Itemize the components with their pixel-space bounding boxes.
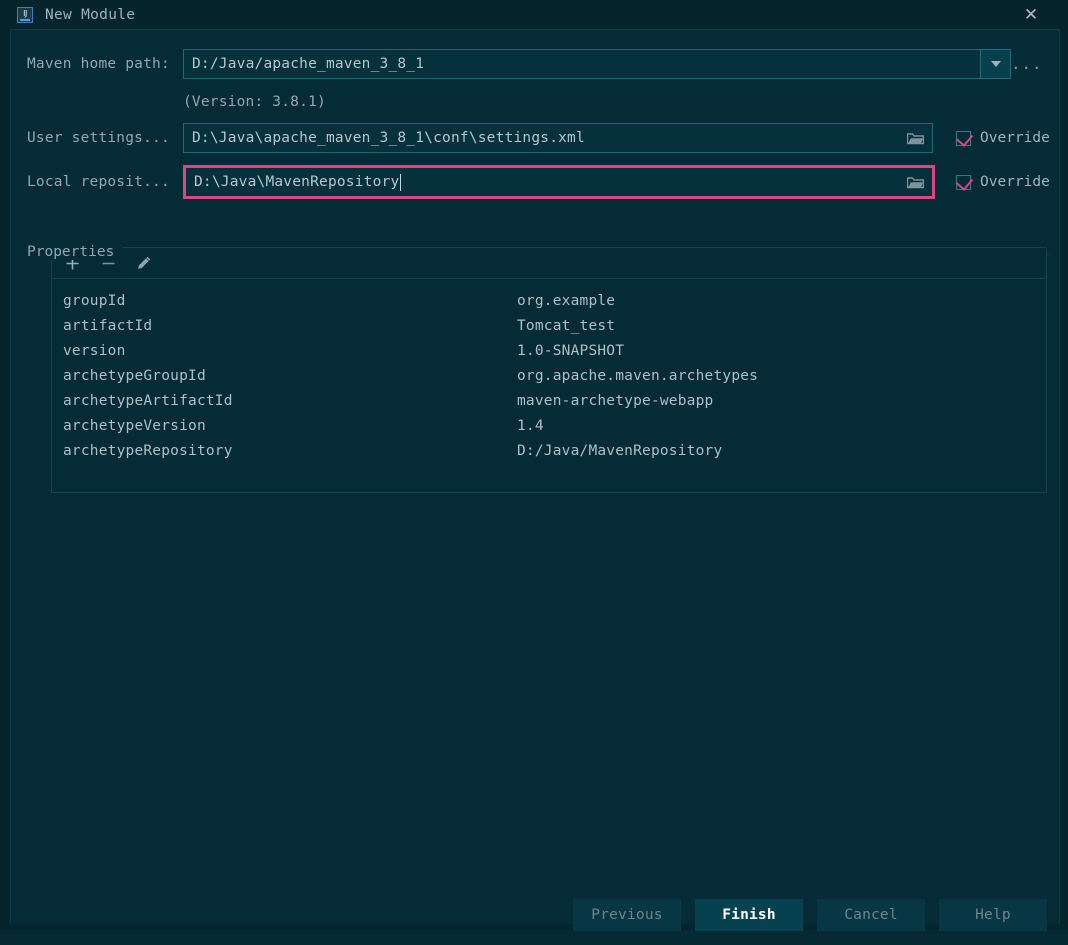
- table-row[interactable]: archetypeGroupId org.apache.maven.archet…: [52, 363, 1046, 388]
- checkbox-box: [955, 172, 974, 191]
- table-row[interactable]: archetypeVersion 1.4: [52, 413, 1046, 438]
- maven-home-path-input[interactable]: D:/Java/apache_maven_3_8_1: [183, 49, 981, 79]
- check-icon: [955, 128, 974, 147]
- properties-panel: groupId org.example artifactId Tomcat_te…: [51, 247, 1047, 493]
- property-value: D:/Java/MavenRepository: [517, 442, 723, 459]
- chevron-down-icon[interactable]: [981, 49, 1011, 79]
- user-settings-override-label: Override: [980, 130, 1050, 146]
- maven-home-path-value: D:/Java/apache_maven_3_8_1: [192, 56, 425, 72]
- finish-button[interactable]: Finish: [695, 899, 803, 931]
- property-value: org.apache.maven.archetypes: [517, 367, 759, 384]
- properties-table[interactable]: groupId org.example artifactId Tomcat_te…: [52, 279, 1046, 463]
- user-settings-input[interactable]: D:\Java\apache_maven_3_8_1\conf\settings…: [183, 123, 933, 153]
- chevron-down-icon-glyph: [990, 61, 1001, 67]
- intellij-idea-icon-underline: [20, 18, 30, 21]
- property-key: archetypeRepository: [63, 442, 233, 459]
- property-value: org.example: [517, 292, 616, 309]
- pencil-icon[interactable]: [134, 253, 154, 273]
- help-button[interactable]: Help: [939, 899, 1047, 931]
- title-bar: IJ New Module ✕: [10, 0, 1060, 29]
- user-settings-override-checkbox[interactable]: Override: [955, 128, 1050, 147]
- local-repository-value: D:\Java\MavenRepository: [194, 174, 400, 190]
- property-key: archetypeArtifactId: [63, 392, 233, 409]
- maven-version-note: (Version: 3.8.1): [183, 94, 326, 110]
- dialog-footer: Previous Finish Cancel Help: [11, 885, 1059, 945]
- window-title: New Module: [45, 6, 136, 23]
- previous-button[interactable]: Previous: [573, 899, 681, 931]
- property-key: version: [63, 342, 126, 359]
- maven-home-browse-button[interactable]: ...: [1011, 49, 1043, 79]
- maven-home-path-row: Maven home path: D:/Java/apache_maven_3_…: [27, 49, 1043, 79]
- property-value: maven-archetype-webapp: [517, 392, 714, 409]
- local-repository-override-checkbox[interactable]: Override: [955, 172, 1050, 191]
- property-value: 1.4: [517, 417, 544, 434]
- table-row[interactable]: version 1.0-SNAPSHOT: [52, 338, 1046, 363]
- folder-icon[interactable]: [907, 176, 924, 189]
- cancel-button[interactable]: Cancel: [817, 899, 925, 931]
- property-key: groupId: [63, 292, 126, 309]
- properties-title: Properties: [27, 244, 123, 260]
- property-value: Tomcat_test: [517, 317, 616, 334]
- intellij-idea-icon: IJ: [17, 6, 33, 23]
- intellij-idea-icon-glyph: IJ: [23, 8, 27, 18]
- maven-home-path-label: Maven home path:: [27, 56, 170, 72]
- window-left-edge: [0, 0, 11, 930]
- local-repository-input[interactable]: D:\Java\MavenRepository: [183, 165, 935, 199]
- dialog-content: Maven home path: D:/Java/apache_maven_3_…: [11, 30, 1059, 931]
- table-row[interactable]: groupId org.example: [52, 288, 1046, 313]
- folder-icon[interactable]: [907, 132, 924, 145]
- close-icon[interactable]: ✕: [1018, 2, 1044, 28]
- user-settings-label: User settings...: [27, 130, 170, 146]
- local-repository-row: Local reposit... D:\Java\MavenRepository…: [27, 165, 1050, 199]
- properties-toolbar: [52, 248, 1046, 279]
- property-key: archetypeGroupId: [63, 367, 206, 384]
- user-settings-row: User settings... D:\Java\apache_maven_3_…: [27, 123, 1050, 153]
- checkbox-box: [955, 128, 974, 147]
- local-repository-override-label: Override: [980, 174, 1050, 190]
- check-icon: [955, 172, 974, 191]
- property-value: 1.0-SNAPSHOT: [517, 342, 625, 359]
- local-repository-label: Local reposit...: [27, 174, 170, 190]
- new-module-dialog: IJ New Module ✕ Maven home path: D:/Java…: [0, 0, 1068, 931]
- text-caret: [400, 173, 402, 191]
- user-settings-value: D:\Java\apache_maven_3_8_1\conf\settings…: [192, 130, 585, 146]
- table-row[interactable]: archetypeRepository D:/Java/MavenReposit…: [52, 438, 1046, 463]
- table-row[interactable]: artifactId Tomcat_test: [52, 313, 1046, 338]
- property-key: archetypeVersion: [63, 417, 206, 434]
- table-row[interactable]: archetypeArtifactId maven-archetype-weba…: [52, 388, 1046, 413]
- window-right-edge: [1059, 0, 1068, 930]
- property-key: artifactId: [63, 317, 153, 334]
